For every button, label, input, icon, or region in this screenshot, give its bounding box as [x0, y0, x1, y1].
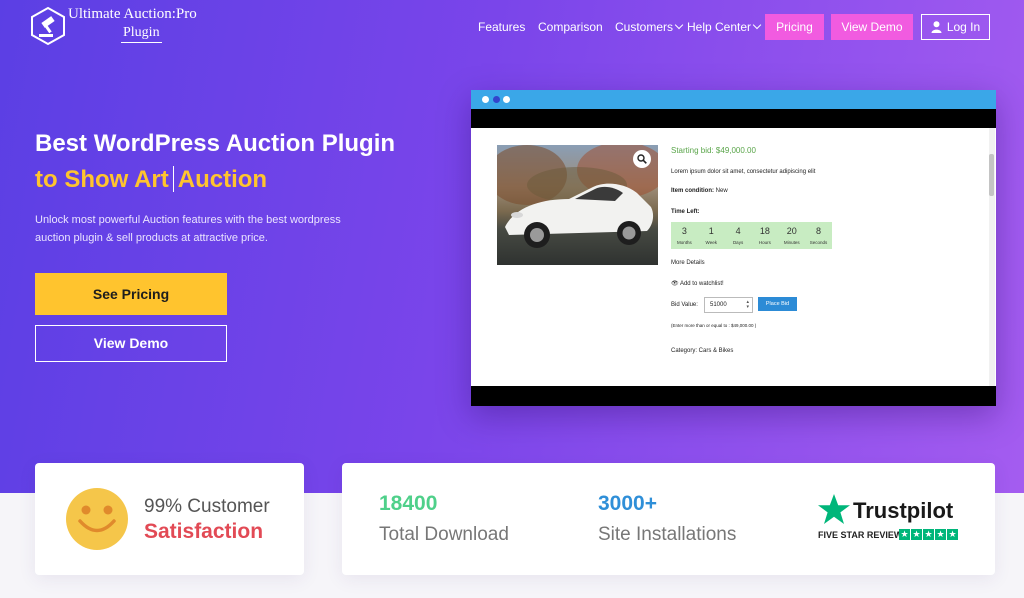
add-to-watchlist-link[interactable]: 👁 Add to watchlist! — [671, 280, 724, 288]
place-bid-button[interactable]: Place Bid — [758, 297, 797, 311]
scrollbar-thumb[interactable] — [989, 154, 994, 196]
smiley-icon — [66, 488, 128, 550]
countdown-weeks: 1 Week — [705, 226, 717, 245]
window-dot-icon — [503, 96, 510, 103]
login-button[interactable]: Log In — [921, 14, 990, 40]
trustpilot-star-icon — [818, 494, 850, 524]
bid-hint: (Enter more than or equal to : $49,000.0… — [671, 323, 757, 328]
eye-icon: 👁 — [671, 281, 679, 287]
more-details-link[interactable]: More Details — [671, 259, 705, 267]
hero-description: Unlock most powerful Auction features wi… — [35, 214, 341, 244]
installs-number: 3000+ — [598, 492, 657, 515]
product-image — [497, 145, 658, 265]
product-category: Category: Cars & Bikes — [671, 348, 734, 354]
nav-customers[interactable]: Customers — [615, 20, 684, 34]
window-dot-icon — [482, 96, 489, 103]
hero-view-demo-button[interactable]: View Demo — [35, 325, 227, 362]
nav-help-center[interactable]: Help Center — [687, 20, 762, 34]
hero-subtitle: to Show Art Auction — [35, 166, 268, 193]
stepper-icon[interactable]: ▴ ▾ — [746, 300, 749, 310]
installs-label: Site Installations — [598, 524, 737, 545]
star-icon: ★ — [899, 529, 910, 540]
bid-value-label: Bid Value: — [671, 302, 698, 308]
item-condition: Item condition: New — [671, 188, 728, 194]
window-dot-icon — [493, 96, 500, 103]
star-icon: ★ — [935, 529, 946, 540]
bid-value-input[interactable]: 51000 ▴ ▾ — [704, 297, 753, 313]
main-nav: Features Comparison Customers Help Cente… — [0, 14, 1024, 40]
browser-titlebar — [471, 90, 996, 109]
countdown-timer: 3 Months 1 Week 4 Days 18 Hours 20 Minutes 8S… — [671, 222, 832, 249]
satisfaction-line2: Satisfaction — [144, 520, 264, 543]
chevron-down-icon — [674, 20, 684, 30]
pricing-button[interactable]: Pricing — [765, 14, 824, 40]
mockup-page: Starting bid: $49,000.00 Lorem ipsum dol… — [471, 128, 996, 386]
starting-bid: Starting bid: $49,000.00 — [671, 146, 756, 155]
countdown-hours: 18 Hours — [758, 226, 771, 245]
hero-section: Ultimate Auction:Pro Plugin Features Com… — [0, 0, 1024, 493]
stats-card: 18400 Total Download 3000+ Site Installa… — [342, 463, 995, 575]
trustpilot-review: FIVE STAR REVIEW — [818, 530, 903, 540]
product-description: Lorem ipsum dolor sit amet, consectetur … — [671, 169, 816, 175]
countdown-days: 4 Days — [732, 226, 744, 245]
see-pricing-button[interactable]: See Pricing — [35, 273, 227, 315]
star-icon: ★ — [947, 529, 958, 540]
satisfaction-card: 99% Customer Satisfaction — [35, 463, 304, 575]
product-page-mockup: Starting bid: $49,000.00 Lorem ipsum dol… — [471, 90, 996, 406]
star-icon: ★ — [923, 529, 934, 540]
nav-comparison[interactable]: Comparison — [538, 20, 603, 34]
time-left-label: Time Left: — [671, 209, 700, 215]
chevron-down-icon — [752, 20, 762, 30]
trustpilot-badge[interactable]: Trustpilot FIVE STAR REVIEW ★ ★ ★ ★ ★ — [817, 493, 962, 545]
countdown-seconds: 8 Seconds — [809, 226, 828, 245]
countdown-months: 3 Months — [677, 226, 692, 245]
hero-title: Best WordPress Auction Plugin — [35, 130, 396, 157]
view-demo-button[interactable]: View Demo — [831, 14, 913, 40]
text-cursor — [172, 166, 174, 192]
zoom-icon[interactable] — [633, 150, 651, 168]
satisfaction-line1: 99% Customer — [144, 496, 270, 517]
star-icon: ★ — [911, 529, 922, 540]
downloads-number: 18400 — [379, 492, 438, 515]
five-star-rating: ★ ★ ★ ★ ★ — [899, 529, 958, 540]
countdown-minutes: 20 Minutes — [783, 226, 800, 245]
nav-features[interactable]: Features — [478, 20, 525, 34]
downloads-label: Total Download — [379, 524, 509, 545]
trustpilot-name: Trustpilot — [853, 498, 954, 523]
user-icon — [931, 21, 942, 33]
